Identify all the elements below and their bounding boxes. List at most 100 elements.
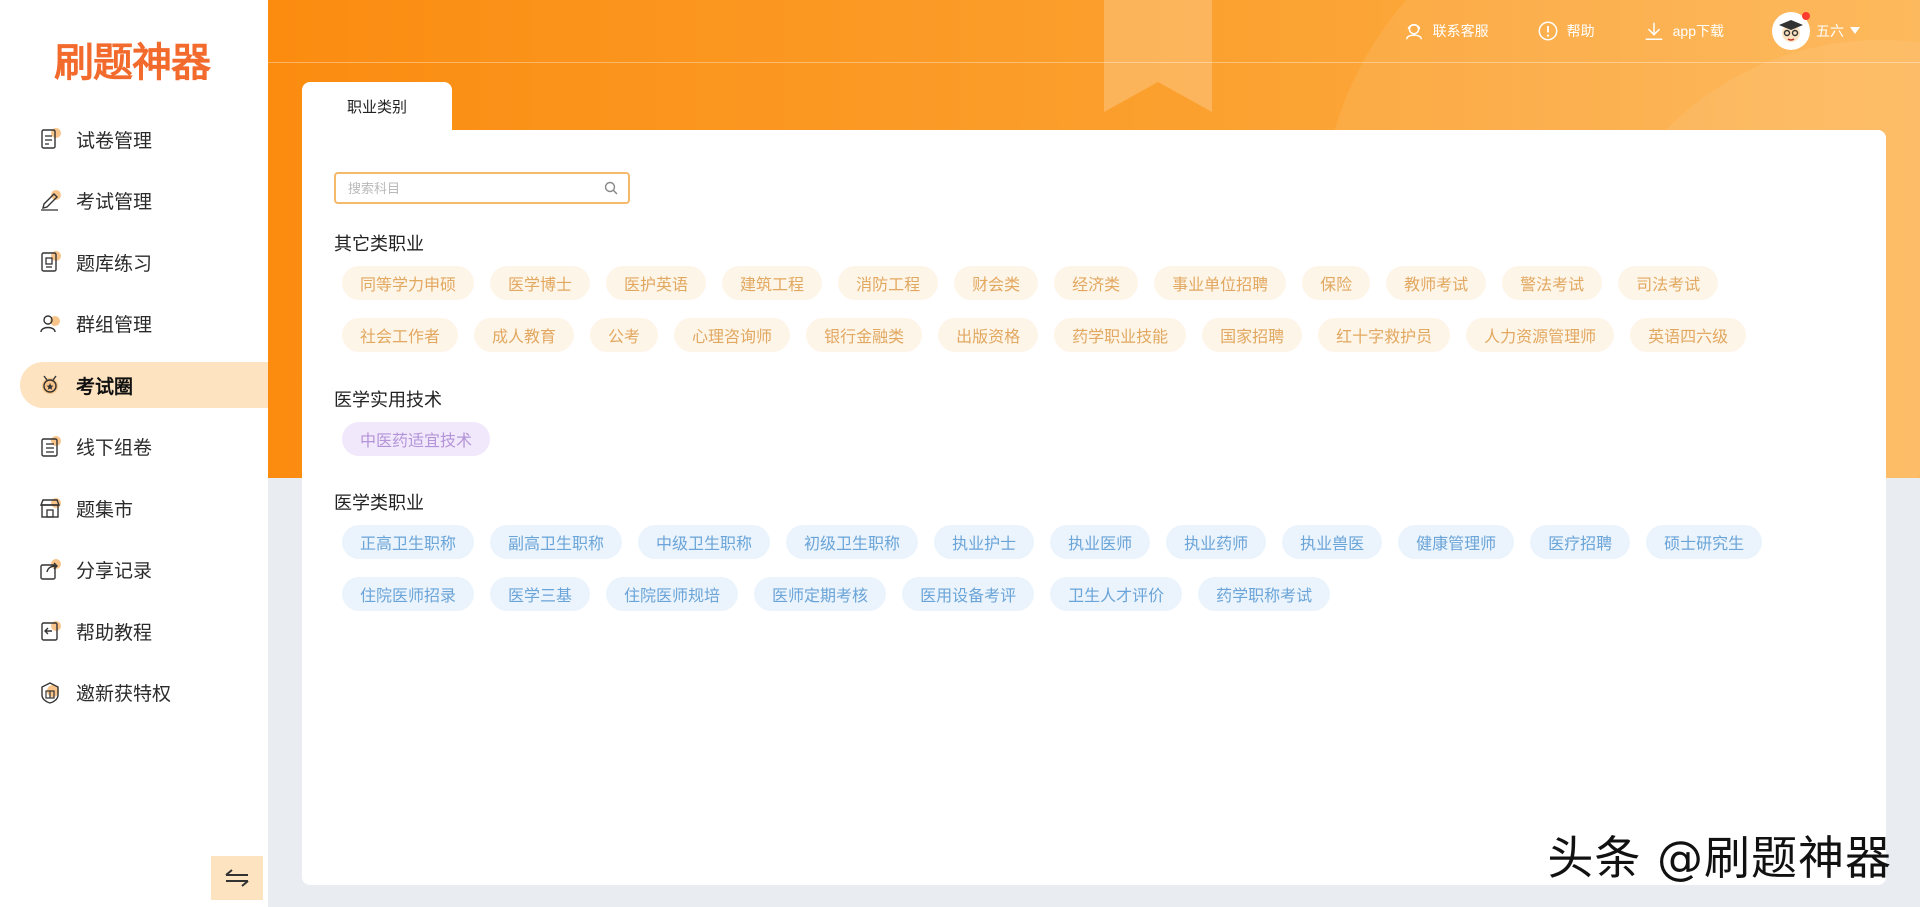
section-medical-techniques: 医学实用技术 中医药适宜技术 [334,386,1846,456]
category-tag[interactable]: 执业药师 [1166,525,1267,559]
category-tag[interactable]: 心理咨询师 [674,318,791,352]
category-tag[interactable]: 住院医师招录 [342,577,475,611]
section-other-occupations: 其它类职业 同等学力申硕 医学博士 医护英语 建筑工程 消防工程 财会类 经济类 事业单位招聘… [334,230,1846,352]
sidebar-item-help-tutorial[interactable]: 帮助教程 [0,608,268,654]
medal-icon [38,373,62,397]
category-tag[interactable]: 副高卫生职称 [490,525,623,559]
category-tag[interactable]: 药学职业技能 [1054,318,1187,352]
notification-dot [1802,12,1810,20]
category-tag[interactable]: 消防工程 [838,266,939,300]
section-medical-occupations: 医学类职业 正高卫生职称 副高卫生职称 中级卫生职称 初级卫生职称 执业护士 执业医师 执业… [334,489,1846,611]
category-tag[interactable]: 执业兽医 [1282,525,1383,559]
app-download-button[interactable]: app下载 [1643,20,1724,42]
category-tag[interactable]: 医学博士 [490,266,591,300]
sidebar-item-label: 试卷管理 [76,130,153,152]
help-book-icon [38,619,62,643]
contact-service-button[interactable]: 联系客服 [1403,20,1489,42]
category-tag[interactable]: 经济类 [1054,266,1139,300]
question-bank-icon [38,250,62,274]
user-name: 五六 [1816,23,1844,39]
tab-occupation-category[interactable]: 职业类别 [302,82,452,130]
bookmark-ribbon-icon [1104,0,1212,112]
category-tag[interactable]: 药学职称考试 [1198,577,1331,611]
app-logo[interactable]: 刷题神器 [54,30,211,88]
download-icon [1645,22,1662,40]
category-tag[interactable]: 建筑工程 [722,266,823,300]
category-tag[interactable]: 医用设备考评 [902,577,1035,611]
category-tag[interactable]: 社会工作者 [342,318,459,352]
category-tag[interactable]: 住院医师规培 [606,577,739,611]
sidebar-item-label: 题库练习 [76,253,153,275]
category-tag[interactable]: 财会类 [954,266,1039,300]
category-tag[interactable]: 同等学力申硕 [342,266,475,300]
top-toolbar: 联系客服 帮助 app下载 五六 [1403,12,1860,50]
sidebar-item-exam-circle[interactable]: 考试圈 [20,362,268,408]
category-tag[interactable]: 保险 [1302,266,1371,300]
document-icon [38,127,62,151]
graduate-avatar-icon [1779,20,1803,42]
sidebar-item-label: 考试圈 [76,376,134,398]
category-tag[interactable]: 红十字救护员 [1318,318,1451,352]
sidebar: 刷题神器 试卷管理 考试管理 题库练习 群组管理 考试圈 线下组卷 题集市 分享… [0,0,268,907]
section-title: 其它类职业 [334,234,424,254]
category-tag[interactable]: 医学三基 [490,577,591,611]
category-tag[interactable]: 警法考试 [1502,266,1603,300]
headset-icon [1405,23,1422,40]
contact-service-label: 联系客服 [1432,23,1489,39]
app-download-label: app下载 [1672,23,1724,39]
section-title: 医学类职业 [334,493,424,513]
sidebar-item-exam-management[interactable]: 考试管理 [0,178,268,224]
tag-list: 正高卫生职称 副高卫生职称 中级卫生职称 初级卫生职称 执业护士 执业医师 执业药师 执业兽医… [334,525,1846,611]
category-tag[interactable]: 医疗招聘 [1530,525,1631,559]
book-stack-icon [38,435,62,459]
category-tag[interactable]: 教师考试 [1386,266,1487,300]
gift-badge-icon [38,681,62,705]
sidebar-item-offline-papers[interactable]: 线下组卷 [0,424,268,470]
category-tag[interactable]: 医护英语 [606,266,707,300]
category-tag[interactable]: 出版资格 [938,318,1039,352]
category-tag[interactable]: 初级卫生职称 [786,525,919,559]
sidebar-item-group-management[interactable]: 群组管理 [0,301,268,347]
category-tag[interactable]: 医师定期考核 [754,577,887,611]
sidebar-item-share-records[interactable]: 分享记录 [0,547,268,593]
tag-list: 同等学力申硕 医学博士 医护英语 建筑工程 消防工程 财会类 经济类 事业单位招聘 保险 教师考试… [334,266,1846,352]
category-tag[interactable]: 人力资源管理师 [1466,318,1615,352]
category-tag[interactable]: 健康管理师 [1398,525,1515,559]
category-tag[interactable]: 银行金融类 [806,318,923,352]
category-tag[interactable]: 执业护士 [934,525,1035,559]
sidebar-item-label: 考试管理 [76,192,153,213]
user-menu[interactable]: 五六 [1772,12,1860,50]
sidebar-item-exam-papers[interactable]: 试卷管理 [0,116,268,162]
sidebar-item-question-bank[interactable]: 题库练习 [0,239,268,285]
category-tag[interactable]: 英语四六级 [1630,318,1747,352]
category-tag[interactable]: 卫生人才评价 [1050,577,1183,611]
category-tag[interactable]: 硕士研究生 [1646,525,1763,559]
sidebar-item-invite-privilege[interactable]: 邀新获特权 [0,670,268,716]
category-tag[interactable]: 正高卫生职称 [342,525,475,559]
pen-icon [38,189,62,213]
category-tag[interactable]: 司法考试 [1618,266,1719,300]
tag-list: 中医药适宜技术 [334,422,1846,456]
search-box [334,172,630,204]
search-input[interactable] [346,179,604,197]
caret-down-icon [1850,27,1860,34]
category-tag[interactable]: 事业单位招聘 [1154,266,1287,300]
category-tag[interactable]: 公考 [590,318,659,352]
collapse-sidebar-button[interactable] [211,856,263,900]
sidebar-item-label: 邀新获特权 [76,684,172,705]
sidebar-item-question-market[interactable]: 题集市 [0,485,268,531]
category-tag[interactable]: 执业医师 [1050,525,1151,559]
category-tag[interactable]: 中级卫生职称 [638,525,771,559]
sidebar-item-label: 群组管理 [76,315,153,336]
watermark: 头条 @刷题神器 [1547,831,1892,885]
section-title: 医学实用技术 [334,390,442,410]
store-icon [38,496,62,520]
sidebar-nav: 试卷管理 考试管理 题库练习 群组管理 考试圈 线下组卷 题集市 分享记录 帮助… [0,116,268,731]
avatar[interactable] [1772,12,1810,50]
help-button[interactable]: 帮助 [1537,20,1595,42]
category-tag[interactable]: 成人教育 [474,318,575,352]
group-icon [38,312,62,336]
search-icon[interactable] [604,181,618,195]
category-tag[interactable]: 国家招聘 [1202,318,1303,352]
category-tag[interactable]: 中医药适宜技术 [342,422,491,456]
